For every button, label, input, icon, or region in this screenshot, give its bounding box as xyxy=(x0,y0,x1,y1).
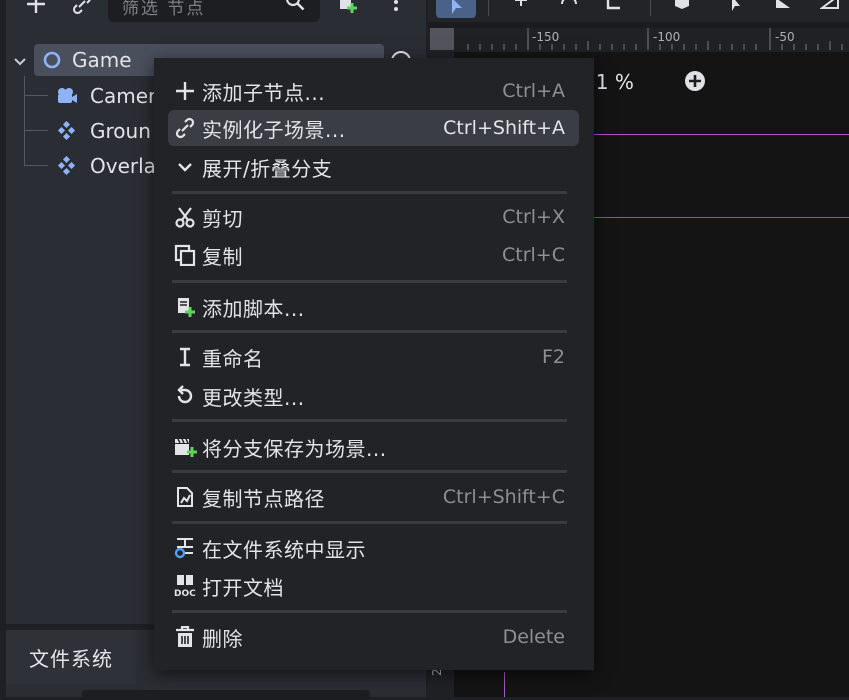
doc-icon: DOC xyxy=(168,568,202,604)
tilemap-icon xyxy=(56,156,80,176)
tab-filesystem[interactable]: 文件系统 xyxy=(6,630,136,684)
script-add-icon xyxy=(168,289,202,325)
menu-item-open-docs[interactable]: DOC 打开文档 xyxy=(168,568,579,604)
rotate-icon xyxy=(168,378,202,414)
menu-item-copy[interactable]: 复制 Ctrl+C xyxy=(168,237,579,273)
horizontal-ruler: -150 -100 -50 xyxy=(428,28,849,52)
viewport-toolbar xyxy=(428,0,849,22)
instance-link-icon[interactable] xyxy=(70,0,94,16)
menu-separator xyxy=(172,280,567,283)
ruler-tool-icon[interactable] xyxy=(774,0,796,18)
scene-toolbar: 筛选 节点 xyxy=(6,0,426,26)
menu-separator xyxy=(172,521,567,524)
menu-item-label: 删除 xyxy=(202,626,243,651)
zoom-in-icon[interactable] xyxy=(684,70,706,96)
ruler-label: -100 xyxy=(653,30,681,44)
menu-separator xyxy=(172,419,567,422)
menu-item-shortcut: Delete xyxy=(502,626,565,648)
menu-item-shortcut: Ctrl+A xyxy=(502,80,565,102)
scale-tool-icon[interactable] xyxy=(604,0,626,18)
trash-icon xyxy=(168,619,202,655)
menu-item-label: 复制 xyxy=(202,244,243,269)
menu-item-shortcut: Ctrl+C xyxy=(502,244,565,266)
add-node-icon[interactable] xyxy=(24,0,48,16)
toolbar-divider xyxy=(488,0,489,16)
menu-item-shortcut: F2 xyxy=(541,346,565,368)
tree-guide xyxy=(24,165,48,166)
menu-item-label: 添加脚本... xyxy=(202,296,305,321)
list-select-icon[interactable] xyxy=(724,0,746,18)
ruler-corner xyxy=(430,28,454,50)
rotate-tool-icon[interactable] xyxy=(558,0,580,18)
tree-node-label: Groun xyxy=(90,119,151,143)
tree-node-label: Camer xyxy=(90,84,157,108)
pan-tool-icon[interactable] xyxy=(672,0,694,18)
add-script-icon[interactable] xyxy=(336,0,360,16)
menu-item-shortcut: Ctrl+Shift+A xyxy=(443,117,565,139)
scissors-icon xyxy=(168,199,202,235)
tree-node-ground[interactable]: Groun xyxy=(56,115,151,147)
link-icon xyxy=(168,110,202,146)
select-tool-button[interactable] xyxy=(436,0,476,18)
ruler-label: -150 xyxy=(532,30,560,44)
menu-item-shortcut: Ctrl+X xyxy=(502,206,565,228)
menu-item-label: 打开文档 xyxy=(202,575,284,600)
ruler-label: -50 xyxy=(775,30,795,44)
tree-node-label: Overla xyxy=(90,154,156,178)
clapper-add-icon xyxy=(168,429,202,465)
camera-icon xyxy=(56,86,80,106)
menu-item-label: 添加子节点... xyxy=(202,80,326,105)
menu-item-expand-collapse[interactable]: 展开/折叠分支 xyxy=(168,149,579,185)
filter-placeholder: 筛选 节点 xyxy=(122,0,206,19)
filesystem-icon xyxy=(168,530,202,566)
menu-item-label: 实例化子场景... xyxy=(202,117,346,142)
menu-item-label: 将分支保存为场景... xyxy=(202,436,387,461)
tree-guide xyxy=(24,76,49,166)
move-tool-icon[interactable] xyxy=(510,0,532,18)
menu-item-show-in-filesystem[interactable]: 在文件系统中显示 xyxy=(168,530,579,566)
search-icon xyxy=(284,0,306,16)
menu-separator xyxy=(172,330,567,333)
toolbar-divider xyxy=(650,0,651,16)
tilemap-icon xyxy=(56,121,80,141)
menu-separator xyxy=(172,610,567,613)
ruler-triangle-icon[interactable] xyxy=(819,0,842,18)
menu-item-attach-script[interactable]: 添加脚本... xyxy=(168,289,579,325)
context-menu: 添加子节点... Ctrl+A 实例化子场景... Ctrl+Shift+A 展… xyxy=(154,58,594,670)
menu-item-label: 复制节点路径 xyxy=(202,486,325,511)
menu-item-label: 更改类型... xyxy=(202,385,305,410)
menu-item-shortcut: Ctrl+Shift+C xyxy=(442,486,565,508)
menu-item-label: 重命名 xyxy=(202,346,264,371)
plus-icon xyxy=(168,73,202,109)
menu-item-delete[interactable]: 删除 Delete xyxy=(168,619,579,655)
menu-item-add-child[interactable]: 添加子节点... Ctrl+A xyxy=(168,73,579,109)
chevron-down-icon[interactable] xyxy=(12,50,28,74)
more-options-icon[interactable] xyxy=(384,0,408,16)
copy-icon xyxy=(168,237,202,273)
menu-item-cut[interactable]: 剪切 Ctrl+X xyxy=(168,199,579,235)
menu-item-save-branch[interactable]: 将分支保存为场景... xyxy=(168,429,579,465)
tree-node-overlay[interactable]: Overla xyxy=(56,150,156,182)
menu-item-label: 在文件系统中显示 xyxy=(202,537,366,562)
menu-separator xyxy=(172,470,567,473)
menu-item-label: 展开/折叠分支 xyxy=(202,156,333,181)
text-cursor-icon xyxy=(168,339,202,375)
menu-item-rename[interactable]: 重命名 F2 xyxy=(168,339,579,375)
chevron-down-icon xyxy=(168,149,202,185)
guide-line-purple-vertical xyxy=(504,672,505,697)
node2d-circle-icon xyxy=(42,50,62,70)
menu-item-change-type[interactable]: 更改类型... xyxy=(168,378,579,414)
menu-item-copy-node-path[interactable]: 复制节点路径 Ctrl+Shift+C xyxy=(168,479,579,515)
tree-guide xyxy=(24,130,48,131)
filesystem-path-input[interactable] xyxy=(82,690,370,700)
svg-text:DOC: DOC xyxy=(174,589,196,598)
tree-node-camera[interactable]: Camer xyxy=(56,80,156,112)
filter-nodes-input[interactable]: 筛选 节点 xyxy=(108,0,320,22)
tree-guide xyxy=(24,95,48,96)
menu-item-instantiate-scene[interactable]: 实例化子场景... Ctrl+Shift+A xyxy=(168,110,579,146)
menu-item-label: 剪切 xyxy=(202,206,243,231)
node-path-icon xyxy=(168,479,202,515)
tree-node-label: Game xyxy=(72,48,132,72)
menu-separator xyxy=(172,191,567,194)
